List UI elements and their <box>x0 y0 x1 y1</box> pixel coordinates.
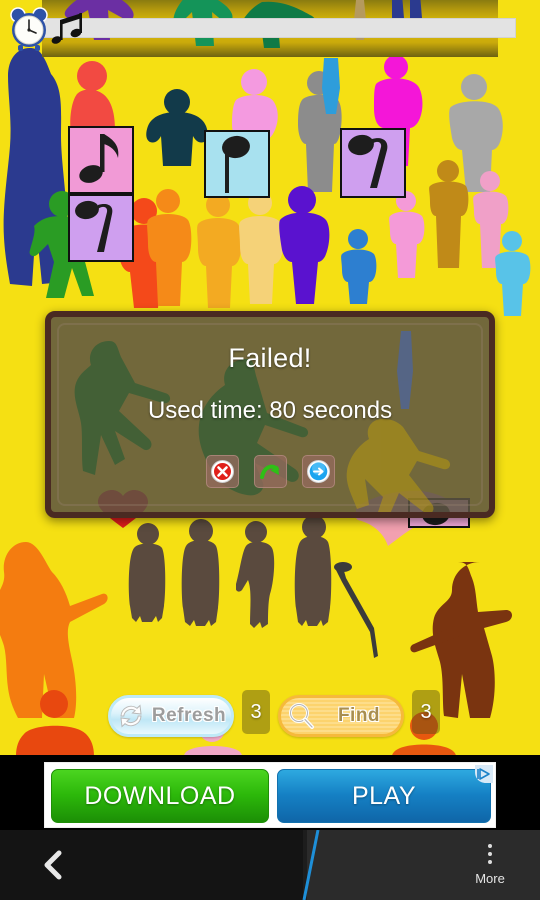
silhouette-figure <box>490 230 536 318</box>
dialog-ghost-silhouette <box>191 355 321 512</box>
silhouette-figure <box>10 690 100 755</box>
adchoices-icon[interactable] <box>475 765 493 783</box>
timer-progress-bar <box>42 18 516 38</box>
retry-button[interactable] <box>253 455 287 488</box>
more-button[interactable]: More <box>460 840 520 894</box>
three-dots-vertical-icon <box>488 844 492 864</box>
find-label: Find <box>337 705 381 726</box>
silhouette-figure <box>236 520 278 632</box>
silhouette-figure <box>424 160 474 270</box>
more-label: More <box>475 871 505 886</box>
next-button[interactable] <box>301 455 335 488</box>
dialog-subtitle: Used time: 80 seconds <box>147 397 393 424</box>
find-count-badge: 3 <box>412 690 440 734</box>
back-chevron-icon[interactable] <box>40 850 68 880</box>
ad-banner[interactable]: DOWNLOAD PLAY <box>44 762 496 828</box>
dialog-button-row <box>51 455 489 488</box>
silhouette-microphone-stand <box>330 560 388 660</box>
system-navigation-bar: More <box>0 830 540 900</box>
game-board[interactable]: Failed! Used time: 80 seconds 3 3 Refres… <box>0 0 540 755</box>
note-tile[interactable] <box>68 194 134 262</box>
note-tile[interactable] <box>340 128 406 198</box>
ad-download-button[interactable]: DOWNLOAD <box>51 769 269 823</box>
silhouette-figure <box>316 58 346 114</box>
refresh-icon <box>115 700 147 732</box>
find-button[interactable]: Find <box>278 695 404 737</box>
note-tile[interactable] <box>68 126 134 194</box>
blue-arrow-right-icon <box>306 459 331 484</box>
note-tile[interactable] <box>204 130 270 198</box>
refresh-count-badge: 3 <box>242 690 270 734</box>
nav-diagonal-accent <box>300 830 322 900</box>
ad-play-button[interactable]: PLAY <box>277 769 491 823</box>
app-root: Failed! Used time: 80 seconds 3 3 Refres… <box>0 0 540 900</box>
music-notes-icon <box>46 6 92 52</box>
silhouette-figure <box>140 88 214 170</box>
magnifier-icon <box>285 700 317 732</box>
dialog-title: Failed! <box>228 343 312 373</box>
refresh-label: Refresh <box>151 705 227 726</box>
silhouette-figure <box>128 522 168 632</box>
red-cross-icon <box>210 459 235 484</box>
result-dialog: Failed! Used time: 80 seconds <box>45 311 495 518</box>
silhouette-figure <box>294 514 334 632</box>
silhouette-figure <box>336 228 382 304</box>
close-button[interactable] <box>205 455 239 488</box>
silhouette-figure <box>180 518 222 634</box>
silhouette-figure <box>272 186 334 306</box>
refresh-button[interactable]: Refresh <box>108 695 234 737</box>
green-curved-arrow-icon <box>258 459 283 484</box>
